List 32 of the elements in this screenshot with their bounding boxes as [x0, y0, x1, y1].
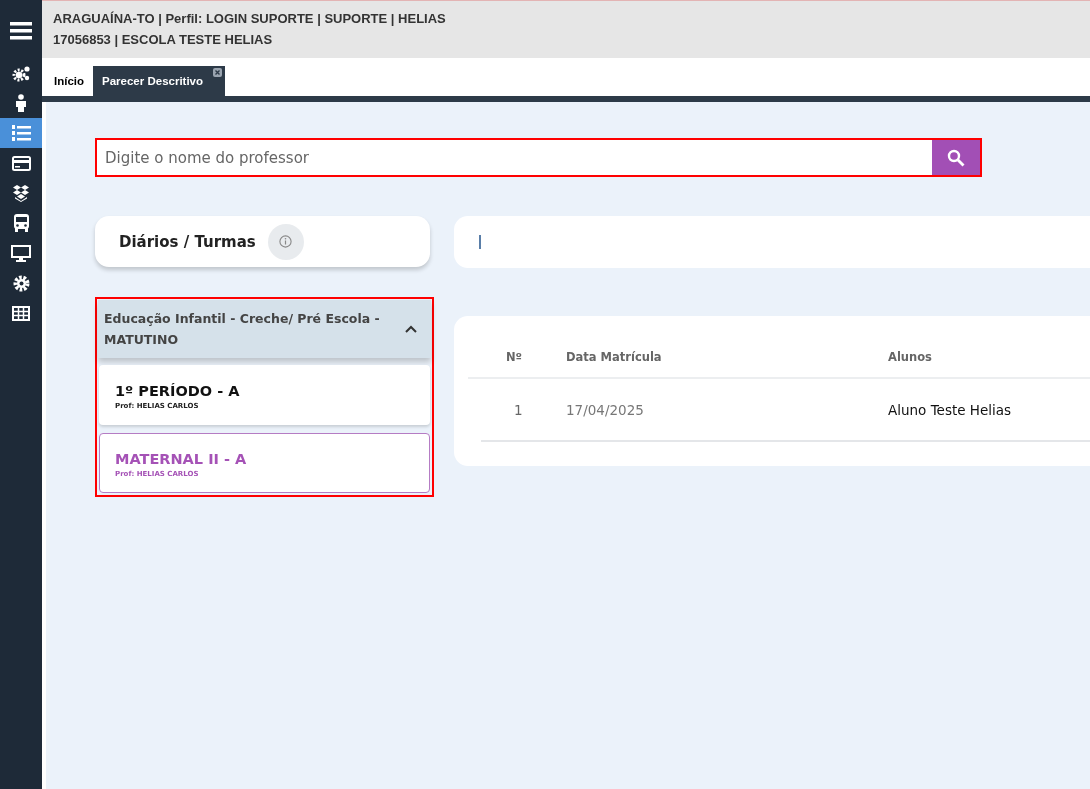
chevron-icon [405, 325, 417, 333]
monitor-icon [11, 244, 31, 262]
text-cursor-icon [479, 235, 481, 249]
info-icon [279, 235, 293, 248]
header-school-text: 17056853 | ESCOLA TESTE HELIAS [53, 31, 274, 48]
text-input-field[interactable] [454, 216, 1090, 268]
bus-icon [12, 214, 30, 232]
numbered-list-icon [11, 124, 31, 142]
menu-icon [10, 22, 32, 40]
table-cell-text: 1 [513, 401, 524, 418]
class-name: 1º PERÍODO - A [115, 383, 240, 399]
person-icon [15, 94, 27, 112]
boxes-icon [12, 184, 30, 202]
column-header: Data Matrícula [566, 349, 663, 364]
class-name: MATERNAL II - A [115, 451, 247, 467]
column-header: Nº [505, 349, 524, 364]
card-title: Diários / Turmas [119, 232, 256, 251]
tab[interactable]: Parecer Descritivo [93, 66, 226, 96]
table-cell: Aluno Teste Helias [888, 401, 1012, 418]
search-field[interactable]: Digite o nome do professor [97, 140, 932, 175]
search-icon [947, 148, 965, 167]
table-cell-text: 17/04/2025 [566, 401, 645, 418]
column-header: Alunos [888, 349, 932, 364]
accordion-header[interactable]: Educação Infantil - Creche/ Pré Escola - MATUTINO [98, 300, 431, 358]
header-location-text: ARAGUAÍNA-TO | Perfil: LOGIN SUPORTE | SUPORTE | HELIAS [53, 10, 447, 27]
search-button[interactable] [932, 140, 980, 175]
gears-icon [11, 64, 31, 82]
close-icon[interactable] [213, 68, 223, 77]
credit-card-icon [11, 155, 31, 171]
settings-icon [12, 274, 30, 292]
table-icon [12, 305, 30, 321]
tab[interactable]: Início [45, 66, 94, 96]
